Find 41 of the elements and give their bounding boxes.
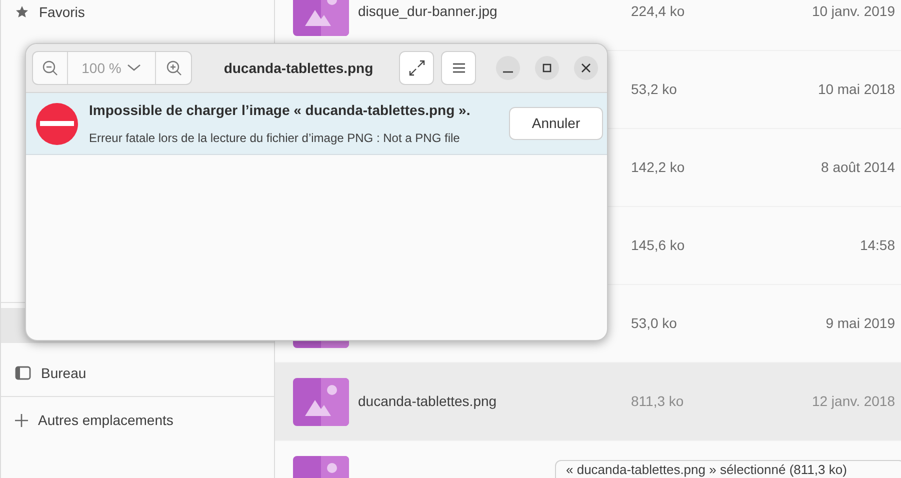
close-button[interactable]: [574, 56, 598, 80]
file-name: disque_dur-banner.jpg: [357, 2, 498, 21]
star-icon: [15, 5, 29, 19]
file-size: 811,3 ko: [631, 392, 685, 411]
minimize-icon: [503, 70, 513, 72]
file-size: 145,6 ko: [631, 236, 686, 255]
selection-toast: « ducanda-tablettes.png » sélectionné (811,3 ko): [555, 460, 901, 478]
file-date: 8 août 2014: [820, 158, 895, 177]
zoom-out-icon: [42, 60, 58, 76]
cancel-button[interactable]: Annuler: [509, 107, 603, 140]
file-date: 10 janv. 2019: [810, 2, 895, 21]
file-size: 53,0 ko: [631, 314, 678, 333]
file-row[interactable]: ducanda-tablettes.png 811,3 ko 12 janv. 2018: [275, 363, 901, 441]
window-title: ducanda-tablettes.png: [222, 58, 374, 78]
sidebar-item[interactable]: Autres emplacements: [1, 404, 274, 436]
file-name: ducanda-tablettes.png: [357, 392, 498, 411]
desktop-icon: [15, 366, 31, 380]
chevron-down-icon: [127, 64, 142, 72]
file-date: 12 janv. 2018: [810, 392, 895, 411]
file-size: 224,4 ko: [631, 2, 686, 21]
expand-icon: [408, 60, 424, 76]
menu-icon: [452, 63, 464, 73]
sidebar-item[interactable]: Favoris: [1, 0, 274, 28]
file-date: 10 mai 2018: [816, 80, 895, 99]
plus-icon: [15, 414, 28, 426]
sidebar-item[interactable]: Bureau: [1, 357, 274, 389]
close-icon: [581, 63, 591, 73]
maximize-icon: [542, 63, 552, 73]
menu-button[interactable]: [441, 51, 476, 85]
image-file-icon: [293, 0, 349, 36]
maximize-button[interactable]: [535, 56, 559, 80]
file-size: 53,2 ko: [631, 80, 678, 99]
error-title: Impossible de charger l’image « ducanda-tablettes.png ».: [89, 101, 472, 120]
image-file-icon: [293, 378, 349, 426]
fullscreen-button[interactable]: [399, 51, 434, 85]
file-date: 9 mai 2019: [824, 314, 895, 333]
stop-icon: [36, 102, 78, 144]
file-date: 14:58: [858, 236, 895, 255]
error-message: Erreur fatale lors de la lecture du fichier d’image PNG : Not a PNG file: [89, 130, 461, 147]
zoom-in-icon: [166, 60, 182, 76]
file-size: 142,2 ko: [631, 158, 686, 177]
